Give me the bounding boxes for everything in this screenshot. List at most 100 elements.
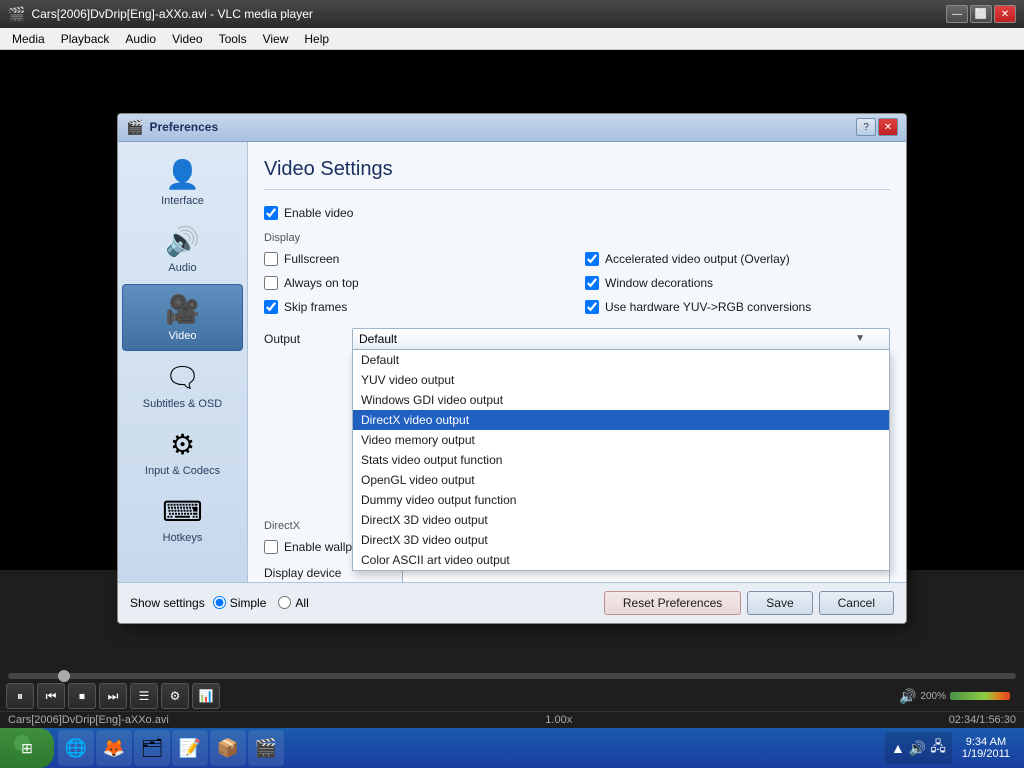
svg-text:⊞: ⊞ [21, 740, 33, 756]
main-content: Video Settings Enable video Display Full… [248, 142, 906, 582]
taskbar-icons: 🌐 🦊 🗂 📝 📦 🎬 [58, 730, 885, 766]
dropdown-option-stats[interactable]: Stats video output function [353, 450, 889, 470]
vlc-title-text: Cars[2006]DvDrip[Eng]-aXXo.avi - VLC med… [31, 7, 312, 21]
dropdown-option-dx3d-1[interactable]: DirectX 3D video output [353, 510, 889, 530]
cancel-button[interactable]: Cancel [819, 591, 894, 615]
dropdown-option-ascii[interactable]: Color ASCII art video output [353, 550, 889, 570]
save-button[interactable]: Save [747, 591, 812, 615]
window-decorations-checkbox[interactable] [585, 276, 599, 290]
hardware-yuv-label[interactable]: Use hardware YUV->RGB conversions [605, 300, 811, 314]
sidebar-item-audio[interactable]: 🔊 Audio [122, 217, 243, 282]
hotkeys-icon: ⌨ [162, 495, 202, 528]
enable-video-label[interactable]: Enable video [284, 206, 353, 220]
output-dropdown[interactable]: Default ▼ [352, 328, 890, 350]
taskbar-ie-icon[interactable]: 🌐 [58, 730, 94, 766]
output-row: Output Default ▼ Default YUV video outpu… [264, 328, 890, 350]
taskbar-folder-icon[interactable]: 🗂 [134, 730, 170, 766]
fullscreen-row: Fullscreen [264, 252, 569, 266]
window-decorations-label[interactable]: Window decorations [605, 276, 713, 290]
always-on-top-checkbox[interactable] [264, 276, 278, 290]
dropdown-option-directx[interactable]: DirectX video output [353, 410, 889, 430]
sidebar-item-video[interactable]: 🎥 Video [122, 284, 243, 351]
subtitles-icon: 🗨 [165, 361, 201, 394]
sidebar-item-hotkeys[interactable]: ⌨ Hotkeys [122, 487, 243, 552]
taskbar-package-icon[interactable]: 📦 [210, 730, 246, 766]
dropdown-option-dx3d-2[interactable]: DirectX 3D video output [353, 530, 889, 550]
fullscreen-label[interactable]: Fullscreen [284, 252, 339, 266]
interface-icon: 👤 [165, 158, 200, 191]
sidebar-item-subtitles[interactable]: 🗨 Subtitles & OSD [122, 353, 243, 418]
dialog-controls: ? ✕ [856, 118, 898, 136]
sidebar: 👤 Interface 🔊 Audio 🎥 Video 🗨 Subtitles … [118, 142, 248, 582]
dialog-titlebar: 🎬 Preferences ? ✕ [118, 114, 906, 142]
dropdown-option-default[interactable]: Default [353, 350, 889, 370]
subtitles-label: Subtitles & OSD [143, 398, 222, 410]
interface-label: Interface [161, 195, 204, 207]
vlc-title-icon: 🎬 [8, 6, 25, 23]
skip-frames-row: Skip frames [264, 300, 569, 314]
taskbar-firefox-icon[interactable]: 🦊 [96, 730, 132, 766]
hardware-yuv-row: Use hardware YUV->RGB conversions [585, 300, 890, 314]
date-display: 1/19/2011 [962, 748, 1010, 760]
output-dropdown-container: Default ▼ Default YUV video output Windo… [352, 328, 890, 350]
wallpaper-checkbox[interactable] [264, 540, 278, 554]
start-button[interactable]: ⊞ [0, 728, 54, 768]
maximize-button[interactable]: ⬜ [970, 5, 992, 23]
display-options: Fullscreen Accelerated video output (Ove… [264, 252, 890, 320]
input-label: Input & Codecs [145, 465, 220, 477]
show-settings-label: Show settings [130, 596, 205, 610]
all-radio-item[interactable]: All [278, 596, 308, 610]
close-button[interactable]: ✕ [994, 5, 1016, 23]
output-selected-text: Default [359, 332, 397, 346]
simple-radio[interactable] [213, 596, 226, 609]
tray-up-icon[interactable]: ▲ [891, 740, 905, 756]
vlc-titlebar: 🎬 Cars[2006]DvDrip[Eng]-aXXo.avi - VLC m… [0, 0, 1024, 28]
taskbar-word-icon[interactable]: 📝 [172, 730, 208, 766]
taskbar-vlc-icon[interactable]: 🎬 [248, 730, 284, 766]
dropdown-option-gdi[interactable]: Windows GDI video output [353, 390, 889, 410]
sidebar-item-interface[interactable]: 👤 Interface [122, 150, 243, 215]
sidebar-item-input[interactable]: ⚙ Input & Codecs [122, 420, 243, 485]
skip-frames-checkbox[interactable] [264, 300, 278, 314]
dialog-close-button[interactable]: ✕ [878, 118, 898, 136]
hotkeys-label: Hotkeys [163, 532, 203, 544]
tray-sound-icon[interactable]: 🔊 [909, 740, 926, 757]
taskbar: ⊞ 🌐 🦊 🗂 📝 📦 🎬 ▲ 🔊 🖧 9:34 AM 1/19/2011 [0, 728, 1024, 768]
output-dropdown-list: Default YUV video output Windows GDI vid… [352, 350, 890, 571]
simple-radio-item[interactable]: Simple [213, 596, 267, 610]
video-icon: 🎥 [165, 293, 200, 326]
fullscreen-checkbox[interactable] [264, 252, 278, 266]
dropdown-option-yuv[interactable]: YUV video output [353, 370, 889, 390]
vlc-window-controls: — ⬜ ✕ [946, 5, 1016, 23]
window-decorations-row: Window decorations [585, 276, 890, 290]
dialog-help-button[interactable]: ? [856, 118, 876, 136]
enable-video-row: Enable video [264, 206, 890, 220]
dropdown-option-opengl[interactable]: OpenGL video output [353, 470, 889, 490]
display-section-label: Display [264, 232, 890, 244]
audio-icon: 🔊 [165, 225, 200, 258]
preferences-dialog: 🎬 Preferences ? ✕ 👤 Interface 🔊 Audio [117, 113, 907, 624]
enable-video-checkbox[interactable] [264, 206, 278, 220]
simple-radio-label: Simple [230, 596, 267, 610]
taskbar-time[interactable]: 9:34 AM 1/19/2011 [956, 734, 1016, 762]
output-label: Output [264, 328, 344, 346]
time-display: 9:34 AM [962, 736, 1010, 748]
footer-buttons: Reset Preferences Save Cancel [604, 591, 894, 615]
skip-frames-label[interactable]: Skip frames [284, 300, 347, 314]
tray-network-icon[interactable]: 🖧 [930, 736, 946, 760]
dropdown-option-dummy[interactable]: Dummy video output function [353, 490, 889, 510]
settings-radio-group: Simple All [213, 596, 309, 610]
minimize-button[interactable]: — [946, 5, 968, 23]
taskbar-right: ▲ 🔊 🖧 9:34 AM 1/19/2011 [885, 732, 1016, 764]
always-on-top-label[interactable]: Always on top [284, 276, 359, 290]
accelerated-checkbox[interactable] [585, 252, 599, 266]
all-radio[interactable] [278, 596, 291, 609]
all-radio-label: All [295, 596, 308, 610]
audio-label: Audio [168, 262, 196, 274]
reset-preferences-button[interactable]: Reset Preferences [604, 591, 741, 615]
taskbar-tray: ▲ 🔊 🖧 [885, 732, 952, 764]
dropdown-option-videomem[interactable]: Video memory output [353, 430, 889, 450]
always-on-top-row: Always on top [264, 276, 569, 290]
accelerated-label[interactable]: Accelerated video output (Overlay) [605, 252, 790, 266]
hardware-yuv-checkbox[interactable] [585, 300, 599, 314]
